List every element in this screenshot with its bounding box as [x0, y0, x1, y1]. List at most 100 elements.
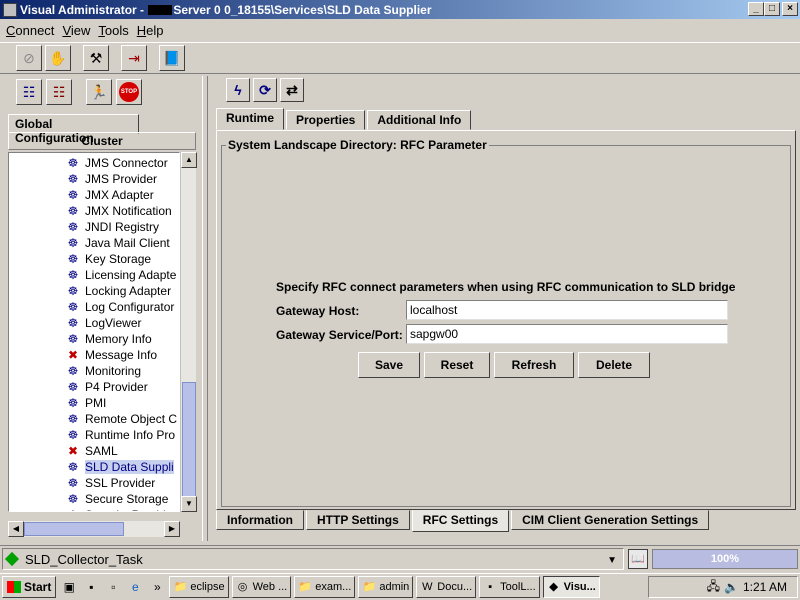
tree-item[interactable]: ☸ Monitoring: [65, 363, 141, 379]
vertical-scroll-thumb[interactable]: [182, 382, 196, 497]
gateway-service-label: Gateway Service/Port:: [276, 328, 403, 342]
save-button[interactable]: Save: [358, 352, 420, 378]
tab-properties[interactable]: Properties: [286, 110, 366, 130]
tab-additional-info[interactable]: Additional Info: [367, 110, 472, 130]
tree-item[interactable]: ☸ Java Mail Client: [65, 235, 170, 251]
maximize-button[interactable]: □: [764, 2, 780, 16]
refresh-button[interactable]: Refresh: [494, 352, 574, 378]
service-icon: ☸: [67, 172, 79, 186]
tree-item[interactable]: ☸ PMI: [65, 395, 107, 411]
stop-hand-button[interactable]: ✋: [45, 45, 71, 71]
task-visual-admin[interactable]: ◆ Visu...: [542, 576, 600, 598]
tree-item[interactable]: ☸ JMS Connector: [65, 155, 168, 171]
bottom-tabs: Information HTTP Settings RFC Settings C…: [216, 510, 711, 532]
lightning-icon: ϟ: [234, 82, 242, 98]
exit-button[interactable]: ⇥: [121, 45, 147, 71]
tree-collapse-button[interactable]: ☷: [46, 79, 72, 105]
tree-item[interactable]: ☸ JNDI Registry: [65, 219, 159, 235]
close-button[interactable]: ×: [782, 2, 798, 16]
tree-item[interactable]: ☸ P4 Provider: [65, 379, 148, 395]
scroll-down-icon[interactable]: ▼: [181, 496, 197, 512]
task-examples[interactable]: 📁 exam...: [294, 576, 356, 598]
log-book-icon[interactable]: 📖: [628, 549, 648, 569]
browser-icon[interactable]: e: [126, 578, 144, 596]
command-prompt-icon[interactable]: ▪: [82, 578, 100, 596]
tab-information[interactable]: Information: [216, 510, 304, 530]
left-panel: ☷ ☷ 🏃 STOP Global Configuration Cluster …: [0, 76, 200, 541]
connect-button[interactable]: ⊘: [16, 45, 42, 71]
tree-expand-button[interactable]: ☷: [16, 79, 42, 105]
rfc-parameter-group: System Landscape Directory: RFC Paramete…: [221, 138, 791, 507]
panel-splitter[interactable]: [202, 76, 208, 541]
help-book-button[interactable]: 📘: [159, 45, 185, 71]
tree-item[interactable]: ☸ Locking Adapter: [65, 283, 171, 299]
tree-item[interactable]: ☸ Runtime Info Pro: [65, 427, 175, 443]
tree-item[interactable]: ☸ SSL Provider: [65, 475, 156, 491]
tree-item[interactable]: ☸ JMS Provider: [65, 171, 157, 187]
reset-button[interactable]: Reset: [424, 352, 490, 378]
tree-item[interactable]: ☸ JMX Adapter: [65, 187, 154, 203]
tree-item-label: SLD Data Suppli: [85, 460, 174, 474]
show-desktop-icon[interactable]: ▣: [60, 578, 78, 596]
menu-help[interactable]: Help: [133, 23, 168, 38]
tree-item[interactable]: ☸ LogViewer: [65, 315, 142, 331]
task-selector[interactable]: SLD_Collector_Task ▼: [2, 548, 624, 570]
tab-http-settings[interactable]: HTTP Settings: [306, 510, 410, 530]
tab-global-configuration[interactable]: Global Configuration: [8, 114, 139, 145]
network-icon[interactable]: 🖧: [707, 577, 720, 598]
task-web[interactable]: ◎ Web ...: [231, 576, 292, 598]
refresh-cycle-button[interactable]: ⟳: [253, 78, 277, 102]
tree-item[interactable]: ☸ Security Provider: [65, 507, 177, 511]
gateway-host-input[interactable]: [406, 300, 728, 320]
volume-icon[interactable]: 🔈: [724, 580, 739, 594]
task-tool[interactable]: ▪ ToolL...: [479, 576, 540, 598]
tree-item[interactable]: ☸ Log Configurator: [65, 299, 175, 315]
scroll-left-icon[interactable]: ◀: [8, 521, 24, 537]
menu-view[interactable]: View: [58, 23, 94, 38]
web-icon: ◎: [237, 581, 248, 593]
tree-item[interactable]: ☸ Key Storage: [65, 251, 151, 267]
left-toolbar: ☷ ☷ 🏃 STOP: [0, 76, 200, 108]
console-icon: ▪: [488, 581, 493, 593]
tab-cim-client-generation-settings[interactable]: CIM Client Generation Settings: [511, 510, 710, 530]
horizontal-scroll-thumb[interactable]: [24, 522, 124, 536]
tree-vertical-scrollbar[interactable]: ▲ ▼: [180, 152, 197, 512]
tree-item[interactable]: ☸ SLD Data Suppli: [65, 459, 174, 475]
task-admin[interactable]: 📁 admin: [358, 576, 414, 598]
clock[interactable]: 1:21 AM: [743, 580, 787, 594]
service-icon: ☸: [67, 380, 79, 394]
tree-item-label: SAML: [85, 444, 118, 458]
scroll-right-icon[interactable]: ▶: [164, 521, 180, 537]
tree-horizontal-scrollbar[interactable]: ◀ ▶: [8, 521, 180, 537]
image-icon[interactable]: ▫: [104, 578, 122, 596]
tree-item[interactable]: ✖ Message Info: [65, 347, 157, 363]
service-icon: ☸: [67, 332, 79, 346]
delete-button[interactable]: Delete: [578, 352, 650, 378]
tab-rfc-settings[interactable]: RFC Settings: [411, 510, 510, 532]
tree-item[interactable]: ☸ Remote Object C: [65, 411, 177, 427]
menu-connect[interactable]: Connect: [2, 23, 58, 38]
transfer-button[interactable]: ⇄: [280, 78, 304, 102]
service-icon: ☸: [65, 508, 81, 511]
start-service-button[interactable]: 🏃: [86, 79, 112, 105]
stop-icon: STOP: [119, 82, 139, 102]
tree-item[interactable]: ☸ JMX Notification: [65, 203, 172, 219]
task-document[interactable]: W Docu...: [416, 576, 477, 598]
minimize-button[interactable]: _: [748, 2, 764, 16]
tree-item[interactable]: ☸ Licensing Adapte: [65, 267, 177, 283]
scroll-up-icon[interactable]: ▲: [181, 152, 197, 168]
stop-service-button[interactable]: STOP: [116, 79, 142, 105]
tree-item[interactable]: ☸ Memory Info: [65, 331, 152, 347]
chevron-down-icon[interactable]: ▼: [607, 555, 617, 566]
task-eclipse[interactable]: 📁 eclipse: [169, 576, 229, 598]
tree-item[interactable]: ✖ SAML: [65, 443, 118, 459]
menu-tools[interactable]: Tools: [94, 23, 132, 38]
cluster-header: Cluster: [8, 132, 196, 150]
tree-item[interactable]: ☸ Secure Storage: [65, 491, 169, 507]
lightning-button[interactable]: ϟ: [226, 78, 250, 102]
gateway-service-input[interactable]: [406, 324, 728, 344]
start-button[interactable]: Start: [2, 576, 57, 598]
more-icon[interactable]: »: [148, 578, 166, 596]
tool-button[interactable]: ⚒: [83, 45, 109, 71]
tab-runtime[interactable]: Runtime: [216, 108, 284, 130]
